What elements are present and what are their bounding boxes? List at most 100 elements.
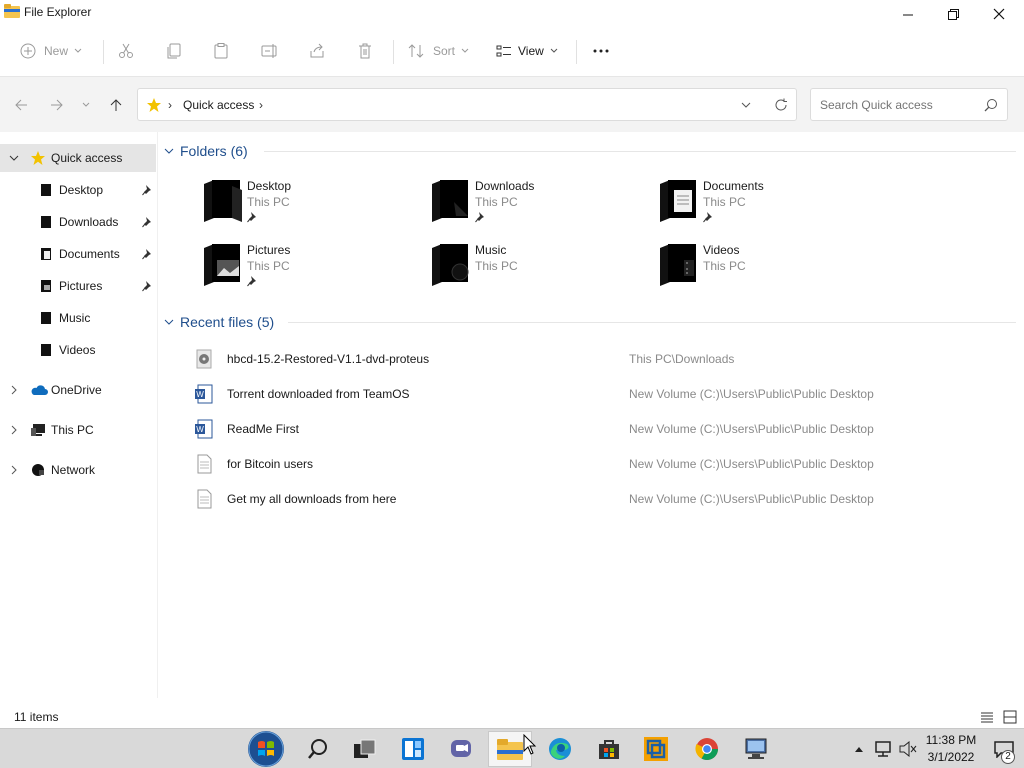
folder-tile-documents[interactable]: Documents This PC — [658, 178, 878, 234]
sidebar-item-documents[interactable]: Documents — [0, 240, 156, 268]
minimize-icon — [902, 14, 913, 15]
store-button[interactable] — [587, 731, 631, 767]
file-explorer-taskbar-button[interactable] — [488, 731, 537, 767]
vmware-button[interactable] — [634, 731, 678, 767]
search-icon — [308, 739, 327, 759]
delete-button[interactable] — [357, 36, 373, 66]
start-button[interactable] — [244, 731, 288, 767]
pin-icon — [142, 249, 151, 260]
recent-files-group-title: Recent files (5) — [180, 314, 275, 330]
network-monitor-icon — [875, 741, 891, 757]
chevron-down-icon[interactable] — [9, 153, 19, 163]
sidebar-item-pictures[interactable]: Pictures — [0, 272, 156, 300]
sort-label: Sort — [433, 44, 456, 58]
folder-name: Music — [475, 243, 507, 257]
breadcrumb-separator-icon[interactable]: › — [259, 98, 263, 112]
sidebar-item-network[interactable]: Network — [0, 456, 156, 484]
chevron-right-icon[interactable] — [9, 425, 19, 435]
music-folder-icon — [41, 312, 51, 324]
address-bar[interactable]: › Quick access › — [137, 88, 797, 121]
chevron-right-icon[interactable] — [9, 385, 19, 395]
file-explorer-icon — [497, 739, 523, 760]
network-status-button[interactable] — [872, 729, 894, 768]
details-view-icon[interactable] — [979, 709, 995, 725]
new-label: New — [44, 44, 69, 58]
view-button[interactable]: View — [496, 36, 559, 66]
maximize-button[interactable] — [930, 0, 976, 28]
task-view-button[interactable] — [343, 731, 387, 767]
onedrive-icon — [31, 385, 48, 395]
recent-file-row[interactable]: Get my all downloads from here New Volum… — [192, 484, 1024, 514]
vmware-icon — [644, 737, 668, 761]
rename-button[interactable] — [261, 36, 279, 66]
chat-button[interactable] — [439, 731, 483, 767]
recent-file-path: New Volume (C:)\Users\Public\Public Desk… — [629, 422, 874, 436]
system-clock[interactable]: 11:38 PM 3/1/2022 — [918, 732, 984, 766]
back-button[interactable] — [11, 95, 31, 115]
edge-button[interactable] — [538, 731, 582, 767]
recent-file-path: New Volume (C:)\Users\Public\Public Desk… — [629, 492, 874, 506]
folder-location: This PC — [247, 195, 290, 209]
sort-button[interactable]: Sort — [408, 36, 470, 66]
recent-files-group-header[interactable]: Recent files (5) — [164, 311, 274, 333]
more-options-button[interactable] — [592, 36, 610, 66]
up-button[interactable] — [106, 95, 126, 115]
sidebar-item-label: Downloads — [59, 215, 119, 229]
folders-group-header[interactable]: Folders (6) — [164, 140, 248, 162]
sidebar-item-downloads[interactable]: Downloads — [0, 208, 156, 236]
folder-tile-music[interactable]: Music This PC — [430, 242, 650, 298]
sidebar-item-music[interactable]: Music — [0, 304, 156, 332]
minimize-button[interactable] — [885, 0, 931, 28]
recent-file-row[interactable]: W ReadMe First New Volume (C:)\Users\Pub… — [192, 414, 1024, 444]
sidebar-item-desktop[interactable]: Desktop — [0, 176, 156, 204]
downloads-folder-icon — [41, 216, 51, 228]
widgets-button[interactable] — [391, 731, 435, 767]
remote-desktop-button[interactable] — [734, 731, 778, 767]
chrome-button[interactable] — [685, 731, 729, 767]
recent-locations-button[interactable] — [76, 95, 96, 115]
sidebar-item-label: Quick access — [51, 151, 123, 165]
folder-tile-pictures[interactable]: Pictures This PC — [202, 242, 422, 298]
cut-button[interactable] — [118, 36, 134, 66]
chevron-down-icon — [550, 48, 558, 53]
folder-name: Downloads — [475, 179, 535, 193]
clock-time: 11:38 PM — [925, 733, 977, 747]
text-file-icon — [197, 454, 212, 474]
recent-file-row[interactable]: hbcd-15.2-Restored-V1.1-dvd-proteus This… — [192, 344, 1024, 374]
paste-button[interactable] — [213, 36, 229, 66]
sidebar-item-videos[interactable]: Videos — [0, 336, 156, 364]
recent-file-row[interactable]: W Torrent downloaded from TeamOS New Vol… — [192, 379, 1024, 409]
new-button[interactable]: New — [20, 36, 83, 66]
copy-button[interactable] — [166, 36, 182, 66]
breadcrumb-quick-access[interactable]: Quick access — [183, 98, 254, 112]
plus-circle-icon — [20, 43, 36, 59]
sidebar-item-quick-access[interactable]: Quick access — [0, 144, 156, 172]
arrow-up-icon — [110, 99, 122, 111]
recent-file-row[interactable]: for Bitcoin users New Volume (C:)\Users\… — [192, 449, 1024, 479]
folder-tile-videos[interactable]: Videos This PC — [658, 242, 878, 298]
recent-file-path: This PC\Downloads — [629, 352, 735, 366]
recent-file-name: for Bitcoin users — [227, 457, 314, 471]
chevron-down-icon — [164, 319, 174, 325]
show-hidden-icons-button[interactable] — [851, 729, 867, 768]
task-view-icon — [354, 739, 376, 758]
search-input[interactable]: Search Quick access — [810, 88, 1008, 121]
sidebar-item-this-pc[interactable]: This PC — [0, 416, 156, 444]
chevron-right-icon[interactable] — [9, 465, 19, 475]
refresh-icon[interactable] — [774, 98, 788, 112]
recent-file-name: Get my all downloads from here — [227, 492, 397, 506]
search-taskbar-button[interactable] — [296, 731, 340, 767]
sidebar-item-onedrive[interactable]: OneDrive — [0, 376, 156, 404]
item-count: 11 items — [14, 710, 59, 724]
group-divider — [288, 322, 1016, 323]
folder-tile-desktop[interactable]: Desktop This PC — [202, 178, 422, 234]
share-button[interactable] — [309, 36, 325, 66]
volume-button[interactable] — [898, 729, 918, 768]
sidebar-item-label: This PC — [51, 423, 94, 437]
large-icons-view-icon[interactable] — [1002, 709, 1018, 725]
edge-icon — [549, 738, 571, 760]
forward-button[interactable] — [47, 95, 67, 115]
close-button[interactable] — [976, 0, 1022, 28]
chevron-down-icon[interactable] — [741, 100, 751, 110]
folder-tile-downloads[interactable]: Downloads This PC — [430, 178, 650, 234]
